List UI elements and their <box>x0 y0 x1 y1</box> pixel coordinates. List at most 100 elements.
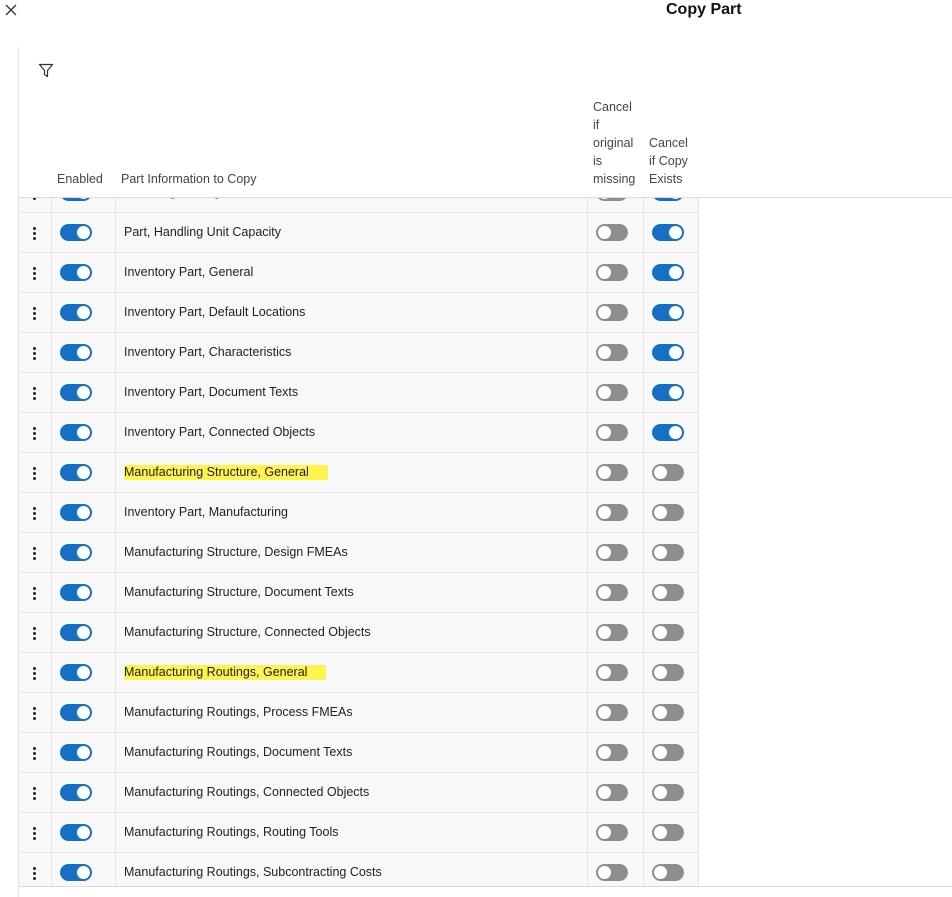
more-vertical-icon[interactable] <box>33 507 37 520</box>
enabled-toggle[interactable] <box>60 664 92 681</box>
cancel-if-exists-toggle[interactable] <box>652 504 684 521</box>
part-info-cell: Part, Handling Unit Capacity <box>115 213 587 252</box>
enabled-toggle[interactable] <box>60 198 92 201</box>
more-vertical-icon[interactable] <box>33 587 37 600</box>
more-vertical-icon[interactable] <box>33 547 37 560</box>
more-vertical-icon[interactable] <box>33 347 37 360</box>
enabled-toggle[interactable] <box>60 264 92 281</box>
cancel-if-missing-toggle[interactable] <box>596 584 628 601</box>
cancel-if-exists-toggle[interactable] <box>652 584 684 601</box>
toggle-knob <box>669 386 682 399</box>
part-info-cell: Manufacturing Routings, Subcontracting C… <box>115 853 587 887</box>
cancel-if-exists-toggle[interactable] <box>652 824 684 841</box>
column-header-enabled[interactable]: Enabled <box>57 170 103 188</box>
enabled-toggle[interactable] <box>60 424 92 441</box>
cancel-if-missing-toggle[interactable] <box>596 504 628 521</box>
toggle-knob <box>669 426 682 439</box>
more-vertical-icon[interactable] <box>33 198 37 200</box>
enabled-toggle[interactable] <box>60 824 92 841</box>
cancel-if-missing-toggle[interactable] <box>596 544 628 561</box>
cancel-if-missing-toggle[interactable] <box>596 704 628 721</box>
cancel-if-missing-toggle[interactable] <box>596 624 628 641</box>
enabled-toggle[interactable] <box>60 624 92 641</box>
cancel-if-exists-toggle[interactable] <box>652 264 684 281</box>
cancel-if-missing-toggle[interactable] <box>596 744 628 761</box>
enabled-toggle[interactable] <box>60 744 92 761</box>
more-vertical-icon[interactable] <box>33 267 37 280</box>
cancel-if-exists-toggle[interactable] <box>652 304 684 321</box>
toggle-knob <box>598 706 611 719</box>
cancel-if-missing-toggle[interactable] <box>596 784 628 801</box>
cancel-if-exists-toggle[interactable] <box>652 624 684 641</box>
enabled-toggle[interactable] <box>60 544 92 561</box>
part-info-label: Manufacturing Structure, Connected Objec… <box>124 625 371 639</box>
cancel-if-exists-cell <box>643 198 699 212</box>
more-vertical-icon[interactable] <box>33 467 37 480</box>
enabled-toggle[interactable] <box>60 384 92 401</box>
cancel-if-missing-toggle[interactable] <box>596 344 628 361</box>
cancel-if-exists-toggle[interactable] <box>652 198 684 201</box>
more-vertical-icon[interactable] <box>33 307 37 320</box>
more-vertical-icon[interactable] <box>33 707 37 720</box>
cancel-if-exists-toggle[interactable] <box>652 464 684 481</box>
more-vertical-icon[interactable] <box>33 747 37 760</box>
cancel-if-missing-toggle[interactable] <box>596 224 628 241</box>
cancel-if-missing-toggle[interactable] <box>596 304 628 321</box>
cancel-if-exists-toggle[interactable] <box>652 224 684 241</box>
more-vertical-icon[interactable] <box>33 787 37 800</box>
cancel-if-missing-toggle[interactable] <box>596 384 628 401</box>
cancel-if-missing-toggle[interactable] <box>596 424 628 441</box>
cancel-if-exists-cell <box>643 333 699 372</box>
cancel-if-missing-toggle[interactable] <box>596 824 628 841</box>
more-vertical-icon[interactable] <box>33 387 37 400</box>
table-body[interactable]: Part, Engineering Part, Handling Unit Cap… <box>19 198 952 887</box>
cancel-if-exists-toggle[interactable] <box>652 424 684 441</box>
toggle-knob <box>598 586 611 599</box>
more-vertical-icon[interactable] <box>33 427 37 440</box>
cancel-if-exists-cell <box>643 213 699 252</box>
toggle-knob <box>654 866 667 879</box>
cancel-if-missing-toggle[interactable] <box>596 864 628 881</box>
cancel-if-exists-cell <box>643 453 699 492</box>
more-vertical-icon[interactable] <box>33 227 37 240</box>
cancel-if-exists-toggle[interactable] <box>652 544 684 561</box>
cancel-if-missing-toggle[interactable] <box>596 264 628 281</box>
cancel-if-exists-toggle[interactable] <box>652 704 684 721</box>
cancel-if-missing-cell <box>587 373 643 412</box>
more-vertical-icon[interactable] <box>33 867 37 880</box>
enabled-toggle[interactable] <box>60 344 92 361</box>
enabled-toggle[interactable] <box>60 784 92 801</box>
enabled-toggle[interactable] <box>60 224 92 241</box>
cancel-if-missing-cell <box>587 253 643 292</box>
header-line: missing <box>593 172 636 186</box>
cancel-if-exists-toggle[interactable] <box>652 784 684 801</box>
enabled-toggle[interactable] <box>60 464 92 481</box>
more-vertical-icon[interactable] <box>33 827 37 840</box>
cancel-if-missing-toggle[interactable] <box>596 198 628 201</box>
enabled-toggle[interactable] <box>60 864 92 881</box>
cancel-if-missing-toggle[interactable] <box>596 464 628 481</box>
enabled-toggle[interactable] <box>60 584 92 601</box>
cancel-if-exists-toggle[interactable] <box>652 344 684 361</box>
close-button[interactable] <box>2 1 20 19</box>
more-vertical-icon[interactable] <box>33 667 37 680</box>
cancel-if-exists-toggle[interactable] <box>652 744 684 761</box>
toggle-knob <box>598 266 611 279</box>
column-header-part-info[interactable]: Part Information to Copy <box>121 170 256 188</box>
enabled-toggle[interactable] <box>60 704 92 721</box>
column-header-cancel-if-missing[interactable]: Cancel if original is missing <box>593 98 645 188</box>
toggle-knob <box>654 506 667 519</box>
column-header-cancel-if-exists[interactable]: Cancel if Copy Exists <box>649 134 701 188</box>
cancel-if-exists-toggle[interactable] <box>652 864 684 881</box>
cancel-if-exists-toggle[interactable] <box>652 664 684 681</box>
cancel-if-exists-toggle[interactable] <box>652 384 684 401</box>
more-vertical-icon[interactable] <box>33 627 37 640</box>
enabled-toggle[interactable] <box>60 304 92 321</box>
toggle-knob <box>77 866 90 879</box>
cancel-if-missing-toggle[interactable] <box>596 664 628 681</box>
enabled-toggle[interactable] <box>60 504 92 521</box>
filter-button[interactable] <box>38 62 54 79</box>
table-row: Inventory Part, General <box>19 253 699 293</box>
table-row: Part, Engineering <box>19 198 699 213</box>
part-info-label: Manufacturing Routings, General <box>124 665 327 680</box>
